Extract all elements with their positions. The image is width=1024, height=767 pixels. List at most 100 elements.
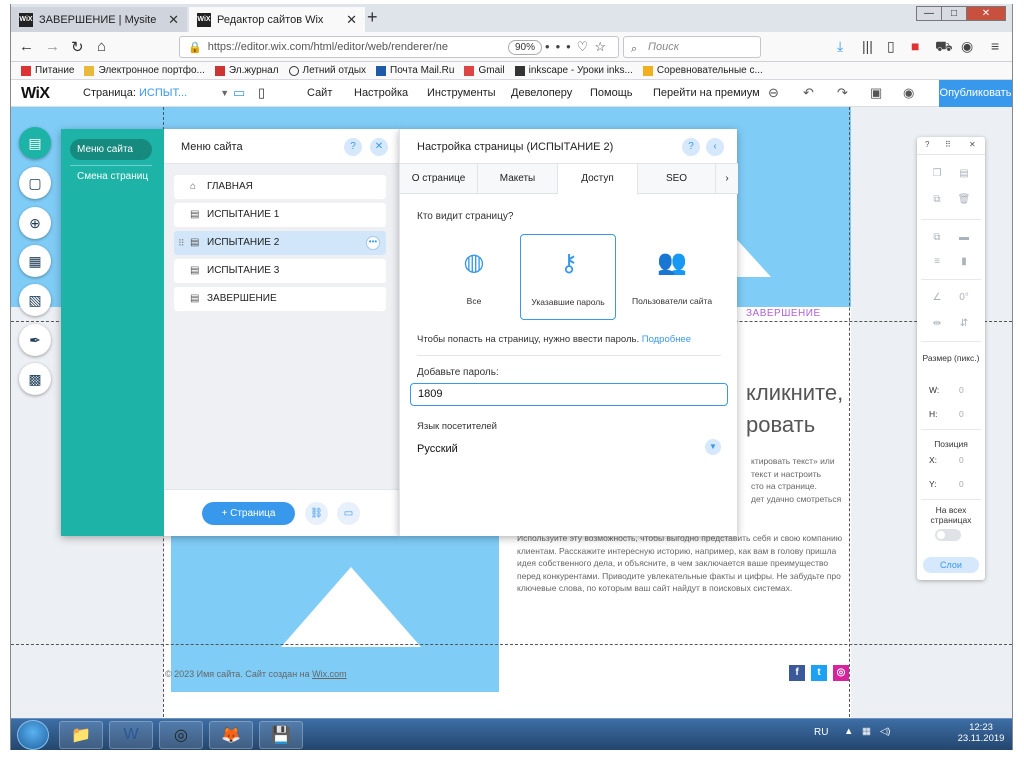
bookmark-item[interactable]: Летний отдых: [288, 65, 366, 76]
wix-logo[interactable]: WiX: [21, 85, 50, 103]
learn-more-link[interactable]: Подробнее: [642, 334, 691, 345]
url-actions-icons[interactable]: •••♡☆: [545, 39, 612, 55]
tab-about-page[interactable]: О странице: [400, 164, 478, 194]
bookmark-item[interactable]: Соревновательные с...: [642, 65, 763, 76]
distribute-icon[interactable]: ▮: [957, 255, 971, 269]
page-item[interactable]: ▤ ИСПЫТАНИЕ 3: [174, 259, 386, 283]
menu-icon[interactable]: ≡: [991, 38, 999, 54]
network-icon[interactable]: ▦: [862, 726, 871, 737]
width-field[interactable]: W: 0: [929, 385, 964, 395]
chrome-icon[interactable]: ◎: [159, 721, 203, 749]
tab-seo[interactable]: SEO: [638, 164, 716, 194]
bookmark-item[interactable]: Электронное портфо...: [84, 65, 205, 76]
facebook-icon[interactable]: f: [789, 665, 805, 681]
page-item[interactable]: ▤ ИСПЫТАНИЕ 1: [174, 203, 386, 227]
mobile-view-icon[interactable]: ▯: [258, 85, 265, 101]
extension-icon[interactable]: ■: [911, 38, 919, 54]
tray-arrow-icon[interactable]: ▲: [844, 726, 853, 737]
site-text-2[interactable]: Используйте эту возможность, чтобы выгод…: [517, 532, 847, 595]
flip-horizontal-icon[interactable]: ⇹: [930, 317, 944, 331]
back-icon[interactable]: ‹: [706, 138, 724, 156]
maximize-icon[interactable]: □: [941, 6, 967, 21]
tab-access[interactable]: Доступ: [558, 164, 638, 195]
drag-handle-icon[interactable]: ⠿: [178, 231, 185, 255]
flip-vertical-icon[interactable]: ⇵: [957, 317, 971, 331]
add-folder-icon[interactable]: ▭: [337, 502, 360, 525]
drag-handle-icon[interactable]: ⠿: [945, 140, 951, 149]
bookmark-item[interactable]: Gmail: [464, 65, 505, 76]
browser-tab-wix-editor[interactable]: WiX Редактор сайтов Wix ✕: [189, 7, 365, 32]
pages-icon[interactable]: ▤: [19, 127, 51, 159]
close-tab-icon[interactable]: ✕: [346, 12, 357, 28]
publish-button[interactable]: Опубликовать: [939, 80, 1012, 107]
close-tab-icon[interactable]: ✕: [168, 12, 179, 28]
menu-tools[interactable]: Инструменты: [427, 87, 496, 99]
apps-icon[interactable]: ▦: [19, 245, 51, 277]
forward-icon[interactable]: →: [45, 38, 60, 55]
undo-icon[interactable]: ↶: [803, 85, 814, 101]
access-option-everyone[interactable]: ◍ Все: [426, 234, 522, 320]
menu-settings[interactable]: Настройка: [354, 87, 408, 99]
background-icon[interactable]: ▢: [19, 167, 51, 199]
menu-premium[interactable]: Перейти на премиум: [653, 87, 760, 99]
close-window-icon[interactable]: ✕: [966, 6, 1006, 21]
password-input[interactable]: 1809: [410, 383, 728, 406]
cart-icon[interactable]: ⛟: [935, 38, 953, 57]
bookmark-item[interactable]: inkscape - Уроки inks...: [514, 65, 633, 76]
url-bar[interactable]: 🔒 https://editor.wix.com/html/editor/web…: [179, 36, 619, 58]
bookmark-item[interactable]: Питание: [21, 65, 74, 76]
layers-button[interactable]: Слои: [923, 557, 979, 573]
help-icon[interactable]: ?: [344, 138, 362, 156]
site-nav-item[interactable]: ЗАВЕРШЕНИЕ: [746, 308, 821, 319]
access-option-members[interactable]: 👥 Пользователи сайта: [624, 234, 720, 320]
language-value[interactable]: Русский: [417, 443, 458, 455]
copy-icon[interactable]: ❐: [930, 167, 944, 181]
y-field[interactable]: Y: 0: [929, 479, 964, 489]
library-icon[interactable]: |||: [862, 38, 873, 54]
menu-help[interactable]: Помощь: [590, 87, 633, 99]
instagram-icon[interactable]: ◎: [833, 665, 849, 681]
close-icon[interactable]: ✕: [370, 138, 388, 156]
more-options-icon[interactable]: •••: [366, 236, 380, 250]
side-nav-site-menu[interactable]: Меню сайта: [70, 139, 152, 160]
clock[interactable]: 12:23 23.11.2019: [954, 722, 1008, 744]
media-icon[interactable]: ▧: [19, 284, 51, 316]
blog-icon[interactable]: ✒: [19, 324, 51, 356]
windows-start-icon[interactable]: [17, 720, 49, 750]
site-title[interactable]: кликните, ровать: [746, 377, 843, 441]
chevron-down-icon[interactable]: ▼: [705, 439, 721, 455]
page-item[interactable]: ▤ ЗАВЕРШЕНИЕ: [174, 287, 386, 311]
help-icon[interactable]: ?: [925, 140, 929, 149]
zoom-badge[interactable]: 90%: [507, 40, 542, 55]
paste-icon[interactable]: ▤: [957, 167, 971, 181]
footer-link[interactable]: Wix.com: [312, 669, 347, 679]
volume-icon[interactable]: ◁): [880, 726, 890, 737]
page-item-selected[interactable]: ⠿ ▤ ИСПЫТАНИЕ 2 •••: [174, 231, 386, 255]
page-item-home[interactable]: ⌂ ГЛАВНАЯ: [174, 175, 386, 199]
duplicate-icon[interactable]: ⧉: [930, 193, 944, 207]
desktop-view-icon[interactable]: ▭: [233, 85, 245, 101]
save-disk-icon[interactable]: 💾: [259, 721, 303, 749]
explorer-icon[interactable]: 📁: [59, 721, 103, 749]
rotate-icon[interactable]: ∠: [930, 291, 944, 305]
zoom-icon[interactable]: ⊖: [768, 85, 779, 101]
arrange-icon[interactable]: ⧉: [930, 231, 944, 245]
add-link-icon[interactable]: ⛓: [305, 502, 328, 525]
delete-icon[interactable]: 🗑: [957, 193, 971, 207]
twitter-icon[interactable]: t: [811, 665, 827, 681]
height-field[interactable]: H: 0: [929, 409, 964, 419]
add-icon[interactable]: ⊕: [19, 207, 51, 239]
bookmark-item[interactable]: Почта Mail.Ru: [376, 65, 454, 76]
minimize-icon[interactable]: —: [916, 6, 942, 21]
firefox-icon[interactable]: 🦊: [209, 721, 253, 749]
page-selector[interactable]: Страница: ИСПЫТ... ▼: [83, 87, 229, 99]
back-icon[interactable]: ←: [19, 38, 34, 55]
close-icon[interactable]: ✕: [969, 140, 976, 149]
help-icon[interactable]: ?: [682, 138, 700, 156]
browser-tab-mysite[interactable]: WiX ЗАВЕРШЕНИЕ | Mysite ✕: [11, 7, 187, 32]
download-icon[interactable]: ⤓: [837, 38, 843, 55]
home-icon[interactable]: ⌂: [97, 38, 106, 55]
bookings-icon[interactable]: ▩: [19, 363, 51, 395]
tab-layouts[interactable]: Макеты: [478, 164, 558, 194]
menu-site[interactable]: Сайт: [307, 87, 332, 99]
